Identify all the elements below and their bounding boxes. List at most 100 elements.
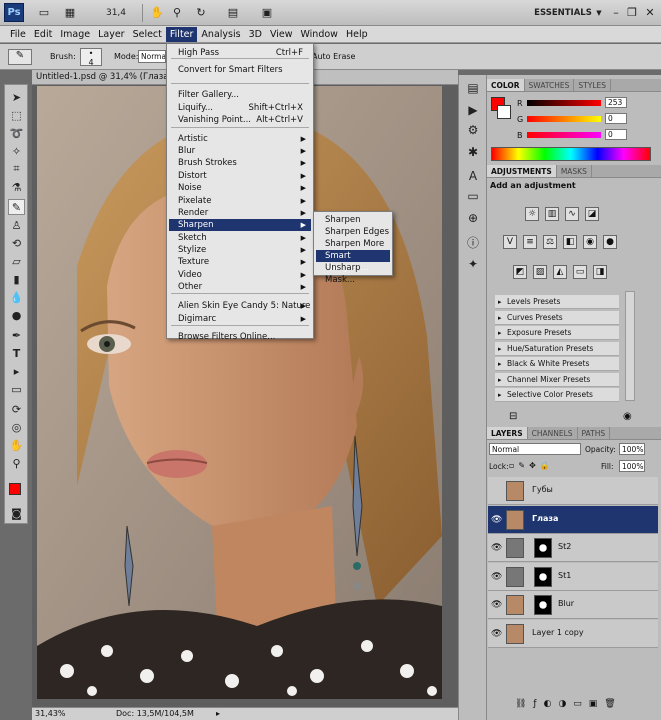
marquee-tool-icon[interactable]: ⬚ xyxy=(8,107,25,123)
sharpen-submenu-item[interactable]: Smart Sharpen... xyxy=(316,250,390,273)
tab-color[interactable]: COLOR xyxy=(487,79,525,91)
posterize-icon[interactable]: ▨ xyxy=(533,265,547,279)
menu-3d[interactable]: 3D xyxy=(245,27,266,42)
hand-icon[interactable]: ✋ xyxy=(150,5,164,20)
menu-select[interactable]: Select xyxy=(129,27,166,42)
black-white-icon[interactable]: ◧ xyxy=(563,235,577,249)
tab-masks[interactable]: MASKS xyxy=(557,165,592,177)
menu-edit[interactable]: Edit xyxy=(30,27,56,42)
adj-bottom-icon[interactable]: ⊟ xyxy=(509,411,517,422)
lasso-tool-icon[interactable]: ➰ xyxy=(8,125,25,141)
photo-filter-icon[interactable]: ◉ xyxy=(583,235,597,249)
filter-menu-item[interactable]: Texture ▶ xyxy=(169,256,311,268)
dodge-tool-icon[interactable]: ● xyxy=(8,307,25,323)
adj-clip-icon[interactable]: ◉ xyxy=(623,411,632,422)
color-background-swatch[interactable] xyxy=(497,105,511,119)
filter-menu-item[interactable]: Convert for Smart Filters xyxy=(169,64,311,76)
preset-item[interactable]: Exposure Presets xyxy=(495,326,619,340)
quick-mask-icon[interactable]: ◙ xyxy=(8,505,25,521)
workspace-switcher[interactable]: ESSENTIALS xyxy=(532,5,594,20)
exposure-icon[interactable]: ◪ xyxy=(585,207,599,221)
filter-menu-item[interactable]: Browse Filters Online... xyxy=(169,331,311,343)
history-brush-tool-icon[interactable]: ⟲ xyxy=(8,235,25,251)
clone-source-icon[interactable]: ⊕ xyxy=(464,209,482,227)
vibrance-icon[interactable]: V xyxy=(503,235,517,249)
filter-menu-item[interactable]: Digimarc ▶ xyxy=(169,313,311,325)
filter-menu-item[interactable]: Brush Strokes ▶ xyxy=(169,157,311,169)
tool-presets-icon[interactable]: ⚙ xyxy=(464,121,482,139)
preset-item[interactable]: Channel Mixer Presets xyxy=(495,372,619,387)
move-tool-icon[interactable]: ➤ xyxy=(8,89,25,105)
layer-mask-thumbnail[interactable] xyxy=(534,566,552,587)
eye-icon[interactable]: 👁 xyxy=(491,515,502,525)
eye-icon[interactable]: 👁 xyxy=(491,629,502,639)
restore-icon[interactable]: ❐ xyxy=(626,5,638,20)
status-arrow-icon[interactable]: ▸ xyxy=(216,708,220,720)
tab-adjustments[interactable]: ADJUSTMENTS xyxy=(487,165,557,177)
mode-select[interactable]: Normal xyxy=(138,50,166,63)
tab-layers[interactable]: LAYERS xyxy=(487,427,528,439)
opacity-input[interactable]: 100% xyxy=(619,443,645,455)
menu-view[interactable]: View xyxy=(266,27,297,42)
blur-tool-icon[interactable]: 💧 xyxy=(8,289,25,305)
3d-orbit-tool-icon[interactable]: ◎ xyxy=(8,419,25,435)
file-icon[interactable]: ▭ xyxy=(36,5,52,20)
history-icon[interactable]: ▤ xyxy=(464,79,482,97)
gradient-map-icon[interactable]: ▭ xyxy=(573,265,587,279)
layer-row[interactable]: 👁 St2 xyxy=(488,534,658,562)
filter-menu-item[interactable]: Vanishing Point... Alt+Ctrl+V xyxy=(169,114,311,126)
info-icon[interactable]: ⓘ xyxy=(464,233,482,251)
curves-icon[interactable]: ∿ xyxy=(565,207,579,221)
eye-icon[interactable]: 👁 xyxy=(491,543,502,553)
crop-tool-icon[interactable]: ⌗ xyxy=(8,161,25,177)
workspace-dropdown-icon[interactable]: ▼ xyxy=(594,5,604,20)
g-slider[interactable] xyxy=(527,116,601,122)
r-value[interactable]: 253 xyxy=(605,97,627,108)
filter-menu-item[interactable]: Liquify... Shift+Ctrl+X xyxy=(169,102,311,114)
layer-row[interactable]: 👁 Layer 1 copy xyxy=(488,619,658,648)
pen-tool-icon[interactable]: ✒ xyxy=(8,327,25,343)
filter-menu-item[interactable]: Alien Skin Eye Candy 5: Nature ▶ xyxy=(169,300,311,312)
layer-row[interactable]: 👁 Глаза xyxy=(488,505,658,534)
tab-styles[interactable]: STYLES xyxy=(574,79,611,91)
sharpen-submenu-item[interactable]: Sharpen More xyxy=(316,238,390,250)
navigator-icon[interactable]: ✦ xyxy=(464,255,482,273)
filter-menu-item[interactable]: Noise ▶ xyxy=(169,182,311,194)
brightness-icon[interactable]: ☼ xyxy=(525,207,539,221)
color-balance-icon[interactable]: ⚖ xyxy=(543,235,557,249)
path-select-tool-icon[interactable]: ▸ xyxy=(8,363,25,379)
3d-rotate-tool-icon[interactable]: ⟳ xyxy=(8,401,25,417)
threshold-icon[interactable]: ◭ xyxy=(553,265,567,279)
zoom-level[interactable]: 31,4 xyxy=(104,5,128,20)
eye-icon[interactable]: 👁 xyxy=(491,572,502,582)
eraser-tool-icon[interactable]: ▱ xyxy=(8,253,25,269)
layer-mask-thumbnail[interactable] xyxy=(534,595,552,615)
presets-scrollbar[interactable] xyxy=(625,291,635,401)
hand-tool-icon[interactable]: ✋ xyxy=(8,437,25,453)
filter-menu-item[interactable]: Render ▶ xyxy=(169,207,311,219)
layer-row[interactable]: Губы xyxy=(488,477,658,505)
layer-row[interactable]: 👁 Blur xyxy=(488,591,658,619)
b-value[interactable]: 0 xyxy=(605,129,627,140)
filter-menu-item[interactable]: Artistic ▶ xyxy=(169,133,311,145)
color-ramp[interactable] xyxy=(491,147,651,161)
screen-mode-icon[interactable]: ▣ xyxy=(260,5,274,20)
tab-swatches[interactable]: SWATCHES xyxy=(525,79,575,91)
tab-channels[interactable]: CHANNELS xyxy=(528,427,578,439)
hue-sat-icon[interactable]: ≡ xyxy=(523,235,537,249)
brush-size-picker[interactable]: • 4 xyxy=(80,48,102,67)
filter-menu-item[interactable]: Other ▶ xyxy=(169,281,311,293)
quick-select-tool-icon[interactable]: ✧ xyxy=(8,143,25,159)
character-icon[interactable]: A xyxy=(464,167,482,185)
rotate-icon[interactable]: ↻ xyxy=(194,5,208,20)
close-icon[interactable]: ✕ xyxy=(644,5,656,20)
menu-window[interactable]: Window xyxy=(296,27,341,42)
preset-item[interactable]: Black & White Presets xyxy=(495,357,619,371)
filter-menu-item[interactable]: Video ▶ xyxy=(169,269,311,281)
layer-row[interactable]: 👁 St1 xyxy=(488,562,658,591)
menu-file[interactable]: File xyxy=(6,27,30,42)
foreground-color-swatch[interactable] xyxy=(9,483,21,495)
lock-icons[interactable]: ▫✎✥🔒 xyxy=(509,461,554,470)
b-slider[interactable] xyxy=(527,132,601,138)
fill-input[interactable]: 100% xyxy=(619,460,645,472)
